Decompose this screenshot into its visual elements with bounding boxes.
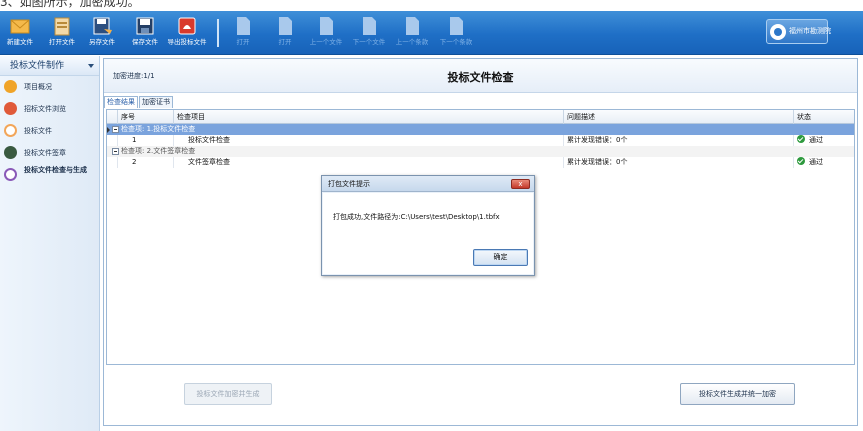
brand-logo-icon <box>770 24 786 40</box>
sidebar-item-tender-browse[interactable]: 招标文件浏览 <box>0 98 99 120</box>
cell-status: 通过 <box>793 135 854 146</box>
encrypt-generate-button[interactable]: 投标文件加密并生成 <box>184 383 272 405</box>
open-button-disabled[interactable]: 打开 <box>223 13 263 53</box>
new-file-button[interactable]: 新建文件 <box>0 13 40 53</box>
cell-item: 投标文件检查 <box>173 135 563 146</box>
collapse-icon[interactable] <box>112 148 119 155</box>
group-row-signature-check[interactable]: 检查项: 2.文件签章检查 <box>107 146 854 157</box>
tab-check-results[interactable]: 检查结果 <box>104 96 138 108</box>
signature-icon <box>4 146 17 159</box>
document-icon <box>406 17 419 35</box>
bid-file-icon <box>4 124 17 137</box>
document-caption: 3、如图所示，加密成功。 <box>0 0 140 9</box>
export-bid-button[interactable]: 导出投标文件 <box>167 13 207 53</box>
next-file-button[interactable]: 下一个文件 <box>349 13 389 53</box>
next-clause-button[interactable]: 下一个条款 <box>436 13 476 53</box>
main-header: 加密进度:1/1 投标文件检查 <box>104 59 857 93</box>
sidebar-item-bid-signature[interactable]: 投标文件签章 <box>0 142 99 164</box>
cell-no: 1 <box>117 135 173 146</box>
tab-encrypt-cert[interactable]: 加密证书 <box>139 96 173 108</box>
check-circle-icon <box>797 135 805 143</box>
close-icon[interactable]: x <box>511 179 530 189</box>
project-icon <box>4 80 17 93</box>
table-row[interactable]: 2 文件签章检查 累计发现错误：0个 通过 <box>107 157 854 168</box>
check-icon <box>4 168 17 181</box>
sidebar: 投标文件制作 项目概况 招标文件浏览 投标文件 投标文件签章 投标文件检查与生成 <box>0 56 100 431</box>
save-as-button[interactable]: 另存文件 <box>82 13 122 53</box>
browse-icon <box>4 102 17 115</box>
cell-desc: 累计发现错误：0个 <box>563 157 793 168</box>
row-pointer-icon <box>107 127 110 133</box>
col-header-no[interactable]: 序号 <box>117 110 173 124</box>
cell-item: 文件签章检查 <box>173 157 563 168</box>
dialog-body: 打包成功,文件路径为:C:\Users\test\Desktop\1.tbfx … <box>323 193 533 274</box>
toolbar: 新建文件 打开文件 另存文件 保存文件 导出投标文件 打开 打开 上一个文件 下… <box>0 11 863 55</box>
save-icon <box>136 17 154 35</box>
tab-strip: 检查结果 加密证书 <box>104 96 174 108</box>
mail-icon <box>10 19 30 34</box>
sidebar-item-check-generate[interactable]: 投标文件检查与生成 <box>0 164 99 186</box>
grid-header: 序号 检查项目 问题描述 状态 <box>107 110 854 124</box>
col-header-item[interactable]: 检查项目 <box>173 110 563 124</box>
chevron-down-icon <box>88 64 94 68</box>
brand-logo: 福州市勘测院 <box>766 19 831 44</box>
document-icon <box>320 17 333 35</box>
ok-button[interactable]: 确定 <box>473 249 528 266</box>
open-button-disabled-2[interactable]: 打开 <box>265 13 305 53</box>
cell-status: 通过 <box>793 157 854 168</box>
document-icon <box>450 17 463 35</box>
cell-no: 2 <box>117 157 173 168</box>
open-file-button[interactable]: 打开文件 <box>42 13 82 53</box>
cell-desc: 累计发现错误：0个 <box>563 135 793 146</box>
sidebar-item-project-overview[interactable]: 项目概况 <box>0 76 99 98</box>
col-header-status[interactable]: 状态 <box>793 110 854 124</box>
export-icon <box>178 17 196 35</box>
generate-unified-encrypt-button[interactable]: 投标文件生成并统一加密 <box>680 383 795 405</box>
table-row[interactable]: 1 投标文件检查 累计发现错误：0个 通过 <box>107 135 854 146</box>
previous-clause-button[interactable]: 上一个条款 <box>392 13 432 53</box>
document-icon <box>237 17 250 35</box>
sidebar-item-bid-file[interactable]: 投标文件 <box>0 120 99 142</box>
group-row-bid-check[interactable]: 检查项: 1.投标文件检查 <box>107 124 854 135</box>
check-circle-icon <box>797 157 805 165</box>
page-title: 投标文件检查 <box>447 71 514 84</box>
app-window: 3、如图所示，加密成功。 新建文件 打开文件 另存文件 保存文件 导出投标文件 … <box>0 0 863 431</box>
document-icon <box>279 17 292 35</box>
save-button[interactable]: 保存文件 <box>125 13 165 53</box>
previous-file-button[interactable]: 上一个文件 <box>306 13 346 53</box>
sidebar-header[interactable]: 投标文件制作 <box>0 56 99 76</box>
package-dialog: 打包文件提示 x 打包成功,文件路径为:C:\Users\test\Deskto… <box>321 175 535 276</box>
open-file-icon <box>54 17 70 36</box>
dialog-message: 打包成功,文件路径为:C:\Users\test\Desktop\1.tbfx <box>333 213 500 221</box>
dialog-title-bar[interactable]: 打包文件提示 x <box>322 176 534 192</box>
document-icon <box>363 17 376 35</box>
collapse-icon[interactable] <box>112 126 119 133</box>
col-header-desc[interactable]: 问题描述 <box>563 110 793 124</box>
save-as-icon <box>93 17 112 35</box>
